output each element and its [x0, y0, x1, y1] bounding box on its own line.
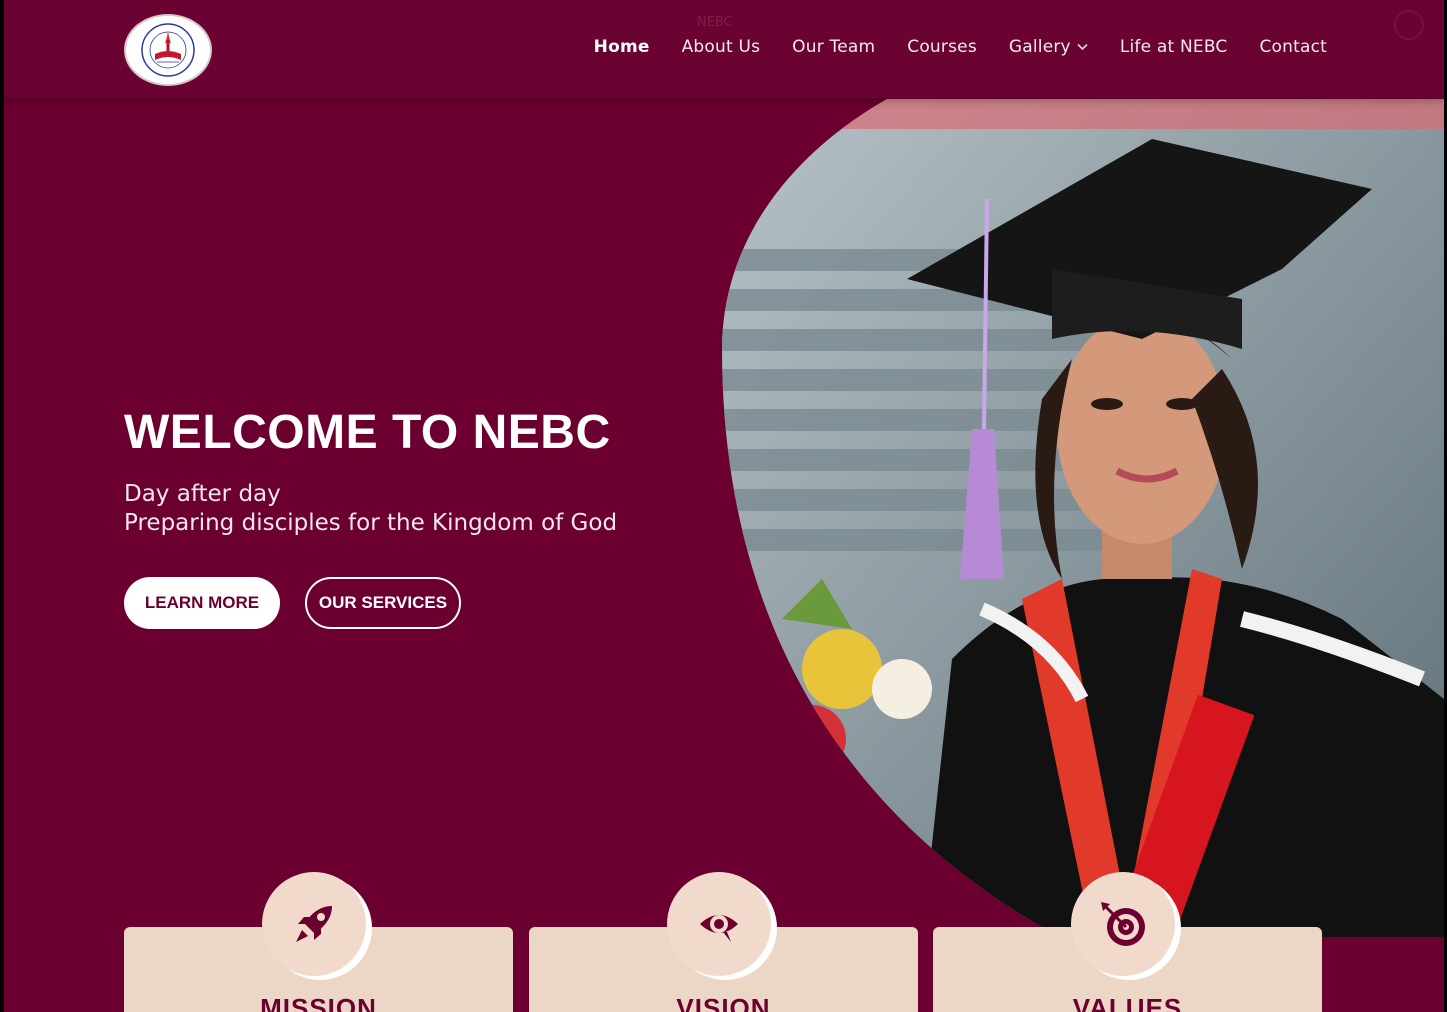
- values-icon-badge: [1071, 872, 1175, 976]
- nav-about-us-label: About Us: [681, 37, 761, 57]
- scroll-top-icon[interactable]: [1394, 10, 1424, 40]
- nav-contact-label: Contact: [1259, 37, 1327, 57]
- rocket-icon: [296, 906, 332, 942]
- nav-our-team[interactable]: Our Team: [792, 37, 875, 57]
- graduate-photo-icon: [722, 99, 1444, 937]
- nav-about-us[interactable]: About Us: [682, 37, 761, 57]
- nav-home-label: Home: [593, 37, 650, 57]
- mission-icon-badge: [262, 872, 366, 976]
- logo-emblem-icon: [141, 23, 195, 77]
- main-nav: Home About Us Our Team Courses Gallery L…: [594, 37, 1327, 57]
- college-logo[interactable]: [124, 14, 212, 86]
- site-header: NEBC Home About Us Our Team Courses Gall…: [4, 0, 1444, 98]
- page: NEBC Home About Us Our Team Courses Gall…: [4, 0, 1444, 1012]
- ghost-site-label: NEBC: [697, 15, 733, 30]
- nav-life-at-nebc[interactable]: Life at NEBC: [1120, 37, 1228, 57]
- nav-gallery[interactable]: Gallery: [1009, 37, 1088, 57]
- hero-image: [722, 99, 1444, 937]
- chevron-down-icon: [1077, 43, 1088, 51]
- nav-our-team-label: Our Team: [792, 37, 876, 57]
- eye-icon: [700, 915, 738, 942]
- hero-title: WELCOME TO NEBC: [124, 406, 611, 459]
- hero-buttons: LEARN MORE OUR SERVICES: [124, 577, 461, 629]
- hero-subtitle-line-2: Preparing disciples for the Kingdom of G…: [124, 510, 618, 536]
- nav-courses-label: Courses: [907, 37, 977, 57]
- nav-gallery-label: Gallery: [1008, 37, 1071, 57]
- nav-courses[interactable]: Courses: [907, 37, 977, 57]
- hero-subtitle-line-1: Day after day: [124, 481, 281, 507]
- our-services-button[interactable]: OUR SERVICES: [305, 577, 461, 629]
- hero-content: WELCOME TO NEBC Day after day Preparing …: [124, 405, 617, 538]
- nav-contact[interactable]: Contact: [1259, 37, 1327, 57]
- learn-more-button[interactable]: LEARN MORE: [124, 577, 280, 629]
- nav-home[interactable]: Home: [594, 37, 650, 57]
- nav-life-at-nebc-label: Life at NEBC: [1119, 37, 1228, 57]
- target-icon: [1101, 902, 1145, 946]
- values-title: VALUES: [1072, 993, 1183, 1012]
- vision-title: VISION: [676, 993, 771, 1012]
- vision-icon-badge: [667, 872, 771, 976]
- mission-title: MISSION: [260, 993, 377, 1012]
- hero-subtitle: Day after day Preparing disciples for th…: [124, 480, 617, 538]
